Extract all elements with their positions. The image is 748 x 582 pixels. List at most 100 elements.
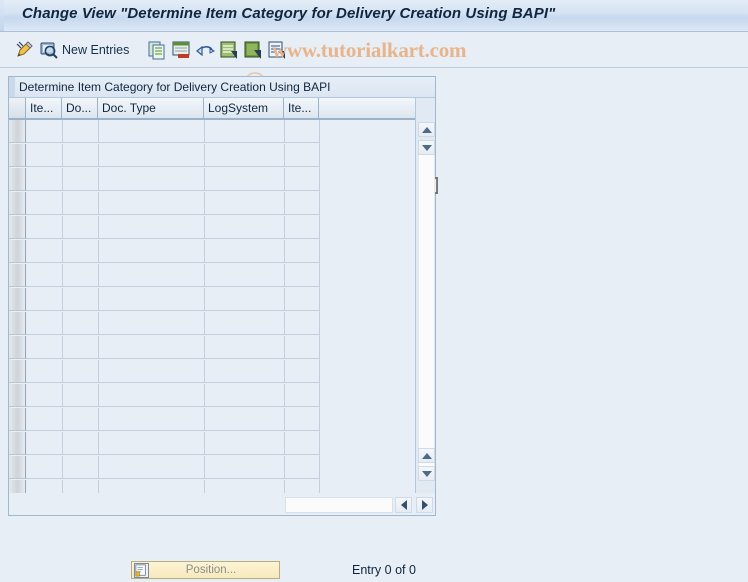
copy-icon xyxy=(148,41,165,60)
select-all-icon xyxy=(220,41,237,59)
panel-strip-accent xyxy=(9,77,15,97)
row-select-button[interactable] xyxy=(9,288,26,311)
row-select-button[interactable] xyxy=(9,216,26,239)
grid-column-divider xyxy=(98,192,99,215)
grid-column-divider xyxy=(62,120,63,143)
grid-right-fill xyxy=(319,120,415,493)
row-select-button[interactable] xyxy=(9,144,26,167)
display-change-button[interactable] xyxy=(14,39,36,61)
column-header-item-category[interactable]: Ite... xyxy=(284,98,319,119)
check-entries-button[interactable] xyxy=(38,39,60,61)
row-select-button[interactable] xyxy=(9,312,26,335)
select-all-column-header[interactable] xyxy=(9,98,26,119)
grid-column-divider xyxy=(98,312,99,335)
grid-column-divider xyxy=(204,456,205,479)
vertical-scrollbar-track[interactable] xyxy=(419,148,434,473)
table-row-cells xyxy=(26,288,319,311)
grid-column-divider xyxy=(204,360,205,383)
row-select-button[interactable] xyxy=(9,432,26,455)
grid-column-divider xyxy=(284,336,285,359)
delete-row-button[interactable] xyxy=(170,39,192,61)
grid-column-divider xyxy=(62,216,63,239)
column-header-logsystem[interactable]: LogSystem xyxy=(204,98,284,119)
grid-column-divider xyxy=(98,264,99,287)
vertical-scrollbar[interactable] xyxy=(415,98,435,493)
horizontal-scrollbar[interactable] xyxy=(285,495,433,515)
table-row-cells xyxy=(26,480,319,493)
column-header-doc-category[interactable]: Do... xyxy=(62,98,98,119)
grid-column-divider xyxy=(204,240,205,263)
scroll-down-button-bottom[interactable] xyxy=(418,466,435,481)
new-entries-button[interactable]: New Entries xyxy=(62,43,129,57)
row-select-button[interactable] xyxy=(9,408,26,431)
table-row-cells xyxy=(26,408,319,431)
copy-button[interactable] xyxy=(146,39,168,61)
window-title-bar: Change View "Determine Item Category for… xyxy=(0,0,748,32)
title-bar-accent xyxy=(0,0,4,31)
grid-column-divider xyxy=(98,384,99,407)
grid-column-divider xyxy=(204,432,205,455)
entry-count-status: Entry 0 of 0 xyxy=(352,563,416,577)
table-header-row: Ite... Do... Doc. Type LogSystem Ite... xyxy=(9,98,435,120)
grid-column-divider xyxy=(62,144,63,167)
grid-column-divider xyxy=(204,264,205,287)
grid-column-divider xyxy=(98,336,99,359)
grid-column-divider xyxy=(62,168,63,191)
row-select-button[interactable] xyxy=(9,264,26,287)
deselect-all-icon xyxy=(244,41,261,59)
grid-column-divider xyxy=(284,288,285,311)
table-row-cells xyxy=(26,336,319,359)
watermark-text: www.tutorialkart.com xyxy=(272,38,467,62)
scroll-left-icon xyxy=(400,500,407,510)
row-select-button[interactable] xyxy=(9,192,26,215)
grid-column-divider xyxy=(204,168,205,191)
row-select-button[interactable] xyxy=(9,456,26,479)
grid-column-divider xyxy=(98,240,99,263)
table-row-cells xyxy=(26,240,319,263)
grid-column-divider xyxy=(62,264,63,287)
horizontal-scrollbar-track[interactable] xyxy=(285,497,393,513)
row-select-button[interactable] xyxy=(9,336,26,359)
row-select-button[interactable] xyxy=(9,384,26,407)
grid-column-divider xyxy=(98,216,99,239)
row-select-button[interactable] xyxy=(9,240,26,263)
table-panel: Determine Item Category for Delivery Cre… xyxy=(8,76,438,516)
grid-column-divider xyxy=(98,480,99,493)
row-select-button[interactable] xyxy=(9,168,26,191)
grid-column-divider xyxy=(98,168,99,191)
position-button-label: Position... xyxy=(185,564,237,576)
grid-column-divider xyxy=(284,456,285,479)
row-select-button[interactable] xyxy=(9,120,26,143)
row-select-button[interactable] xyxy=(9,480,26,493)
scroll-left-button[interactable] xyxy=(395,497,412,513)
deselect-all-button[interactable] xyxy=(242,39,264,61)
table-row-cells xyxy=(26,144,319,167)
grid-column-divider xyxy=(62,240,63,263)
grid-column-divider xyxy=(204,384,205,407)
grid-column-divider xyxy=(284,480,285,493)
grid-column-divider xyxy=(98,456,99,479)
grid-column-divider xyxy=(98,288,99,311)
position-button[interactable]: Position... xyxy=(131,561,280,579)
select-all-button[interactable] xyxy=(218,39,240,61)
row-select-button[interactable] xyxy=(9,360,26,383)
scroll-up-button[interactable] xyxy=(418,122,435,137)
scroll-up-icon xyxy=(421,452,432,459)
grid-column-divider xyxy=(98,120,99,143)
grid-column-divider xyxy=(62,360,63,383)
table-row-cells xyxy=(26,216,319,239)
scroll-up-button-bottom[interactable] xyxy=(418,448,435,463)
undo-button[interactable] xyxy=(194,39,216,61)
grid-column-divider xyxy=(62,408,63,431)
column-header-item-category-proposal[interactable]: Ite... xyxy=(26,98,62,119)
grid-right-border xyxy=(319,120,320,493)
scroll-down-icon xyxy=(421,144,432,151)
table-row-cells xyxy=(26,264,319,287)
grid-column-divider xyxy=(284,360,285,383)
scroll-down-button[interactable] xyxy=(418,140,435,155)
scroll-right-button[interactable] xyxy=(416,497,433,513)
table-row-cells xyxy=(26,360,319,383)
sap-change-view-window: Change View "Determine Item Category for… xyxy=(0,0,748,582)
grid-column-divider xyxy=(204,120,205,143)
column-header-doc-type[interactable]: Doc. Type xyxy=(98,98,204,119)
